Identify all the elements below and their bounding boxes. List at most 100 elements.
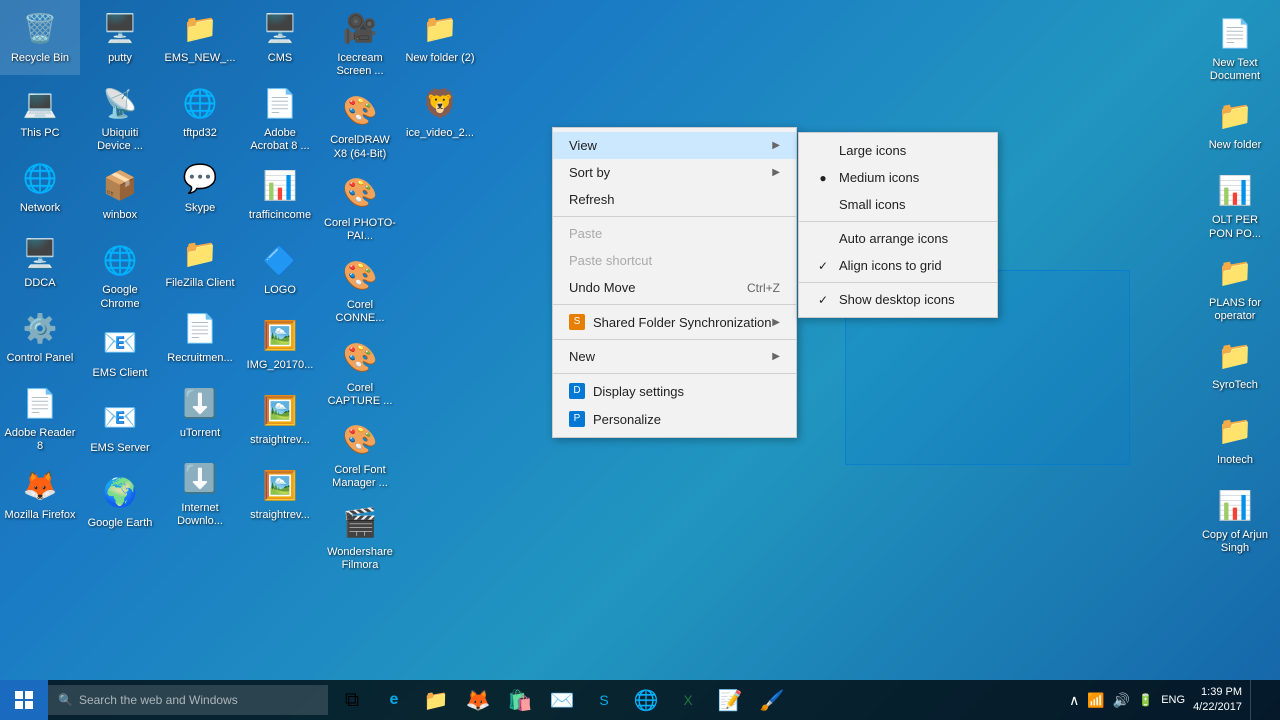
context-menu-undo-move[interactable]: Undo Move Ctrl+Z <box>553 274 796 301</box>
desktop-icon-ddca[interactable]: 🖥️ DDCA <box>0 225 80 300</box>
desktop-icon-recycle-bin[interactable]: 🗑️ Recycle Bin <box>0 0 80 75</box>
recycle-bin-label: Recycle Bin <box>11 52 69 65</box>
desktop-icon-syrotech[interactable]: 📁 SyroTech <box>1195 327 1275 402</box>
desktop-icon-new-folder-r[interactable]: 📁 New folder <box>1195 87 1275 162</box>
desktop-icon-plans-operator[interactable]: 📁 PLANS for operator <box>1195 245 1275 327</box>
taskbar-excel[interactable]: X <box>668 681 708 719</box>
desktop-icon-putty[interactable]: 🖥️ putty <box>80 0 160 75</box>
taskbar-skype[interactable]: S <box>584 681 624 719</box>
desktop-icon-network[interactable]: 🌐 Network <box>0 150 80 225</box>
context-menu-refresh[interactable]: Refresh <box>553 186 796 213</box>
submenu-medium-icons[interactable]: ● Medium icons <box>799 164 997 191</box>
desktop-icon-cms[interactable]: 🖥️ CMS <box>240 0 320 75</box>
desktop-icon-control-panel[interactable]: ⚙️ Control Panel <box>0 300 80 375</box>
context-menu-new[interactable]: New ▶ <box>553 343 796 370</box>
context-menu-personalize[interactable]: P Personalize <box>553 405 796 433</box>
this-pc-label: This PC <box>20 127 59 140</box>
sort-by-label: Sort by <box>569 165 610 180</box>
desktop-icon-mozilla[interactable]: 🦊 Mozilla Firefox <box>0 457 80 532</box>
recycle-bin-icon: 🗑️ <box>20 8 60 48</box>
context-menu-shared-folder[interactable]: S Shared Folder Synchronization ▶ <box>553 308 796 336</box>
taskbar-clock[interactable]: 1:39 PM 4/22/2017 <box>1193 685 1250 716</box>
taskbar-chrome[interactable]: 🌐 <box>626 681 666 719</box>
context-menu-view[interactable]: View ▶ Large icons ● Medium icons Small … <box>553 132 796 159</box>
tray-chevron[interactable]: ∧ <box>1069 692 1079 709</box>
taskbar-mail[interactable]: ✉️ <box>542 681 582 719</box>
desktop-icon-ems-client[interactable]: 📧 EMS Client <box>80 315 160 390</box>
paste-label: Paste <box>569 226 602 241</box>
desktop-icon-utorrent[interactable]: ⬇️ uTorrent <box>160 375 240 450</box>
context-menu-paste[interactable]: Paste <box>553 220 796 247</box>
desktop-icon-adobe-reader[interactable]: 📄 Adobe Reader 8 <box>0 375 80 457</box>
desktop-icon-olt-per[interactable]: 📊 OLT PER PON PO... <box>1195 162 1275 244</box>
desktop-icon-recruitment[interactable]: 📄 Recruitmen... <box>160 300 240 375</box>
desktop-icon-ems-server[interactable]: 📧 EMS Server <box>80 390 160 465</box>
desktop-icon-new-folder-2[interactable]: 📁 New folder (2) <box>400 0 480 75</box>
taskbar-search-box[interactable]: 🔍 Search the web and Windows <box>48 685 328 715</box>
desktop-icon-img-2017[interactable]: 🖼️ IMG_20170... <box>240 307 320 382</box>
submenu-small-icons[interactable]: Small icons <box>799 191 997 218</box>
desktop-icon-new-text[interactable]: 📄 New Text Document <box>1195 5 1275 87</box>
desktop-icon-trafficincome[interactable]: 📊 trafficincome <box>240 157 320 232</box>
desktop: 🗑️ Recycle Bin 💻 This PC 🌐 Network 🖥️ DD… <box>0 0 1280 720</box>
start-button[interactable] <box>0 680 48 720</box>
syrotech-icon: 📁 <box>1215 335 1255 375</box>
filezilla-icon: 📁 <box>180 233 220 273</box>
show-desktop-btn[interactable] <box>1250 680 1280 720</box>
recruitment-icon: 📄 <box>180 308 220 348</box>
desktop-icon-this-pc[interactable]: 💻 This PC <box>0 75 80 150</box>
desktop-icon-skype[interactable]: 💬 Skype <box>160 150 240 225</box>
taskbar-store[interactable]: 🛍️ <box>500 681 540 719</box>
taskbar-paint[interactable]: 🖌️ <box>752 681 792 719</box>
view-submenu: Large icons ● Medium icons Small icons A… <box>798 132 998 318</box>
desktop-icon-ems-new[interactable]: 📁 EMS_NEW_... <box>160 0 240 75</box>
desktop-icon-corel-conne[interactable]: 🎨 Corel CONNE... <box>320 247 400 329</box>
tray-keyboard[interactable]: ENG <box>1161 694 1185 706</box>
desktop-icon-filezilla[interactable]: 📁 FileZilla Client <box>160 225 240 300</box>
ddca-label: DDCA <box>24 277 55 290</box>
tray-network[interactable]: 📶 <box>1087 692 1104 709</box>
desktop-icon-straightrev2[interactable]: 🖼️ straightrev... <box>240 457 320 532</box>
desktop-icon-logo[interactable]: 🔷 LOGO <box>240 232 320 307</box>
desktop-icon-winbox[interactable]: 📦 winbox <box>80 157 160 232</box>
submenu-align-grid[interactable]: ✓ Align icons to grid <box>799 252 997 279</box>
desktop-icon-straightrev[interactable]: 🖼️ straightrev... <box>240 382 320 457</box>
wondershare-label: Wondershare Filmora <box>324 546 396 572</box>
context-menu-paste-shortcut[interactable]: Paste shortcut <box>553 247 796 274</box>
desktop-icon-inotech[interactable]: 📁 Inotech <box>1195 402 1275 477</box>
ems-new-label: EMS_NEW_... <box>165 52 236 65</box>
tray-volume[interactable]: 🔊 <box>1113 692 1130 709</box>
desktop-icon-tftpd32[interactable]: 🌐 tftpd32 <box>160 75 240 150</box>
taskbar-explorer[interactable]: 📁 <box>416 681 456 719</box>
context-menu-sort-by[interactable]: Sort by ▶ <box>553 159 796 186</box>
submenu-show-desktop[interactable]: ✓ Show desktop icons <box>799 286 997 313</box>
taskbar-edge[interactable]: e <box>374 681 414 719</box>
taskbar-task-view[interactable]: ⧉ <box>332 681 372 719</box>
desktop-icon-google-chrome[interactable]: 🌐 Google Chrome <box>80 232 160 314</box>
desktop-icon-ice-video[interactable]: 🦁 ice_video_2... <box>400 75 480 150</box>
desktop-icon-corel-photo[interactable]: 🎨 Corel PHOTO-PAI... <box>320 165 400 247</box>
desktop-icon-internet-download[interactable]: ⬇️ Internet Downlo... <box>160 450 240 532</box>
submenu-auto-arrange[interactable]: Auto arrange icons <box>799 225 997 252</box>
desktop-icon-icecream[interactable]: 🎥 Icecream Screen ... <box>320 0 400 82</box>
desktop-icon-ubiquiti[interactable]: 📡 Ubiquiti Device ... <box>80 75 160 157</box>
img-2017-label: IMG_20170... <box>247 359 314 372</box>
context-menu-display-settings[interactable]: D Display settings <box>553 377 796 405</box>
submenu-large-icons[interactable]: Large icons <box>799 137 997 164</box>
skype-icon: 💬 <box>180 158 220 198</box>
desktop-icon-google-earth[interactable]: 🌍 Google Earth <box>80 465 160 540</box>
taskbar: 🔍 Search the web and Windows ⧉ e 📁 🦊 🛍️ … <box>0 680 1280 720</box>
desktop-icon-copy-arjun[interactable]: 📊 Copy of Arjun Singh <box>1195 477 1275 559</box>
tray-battery[interactable]: 🔋 <box>1138 693 1153 707</box>
desktop-icon-wondershare[interactable]: 🎬 Wondershare Filmora <box>320 494 400 576</box>
desktop-icon-corel-font[interactable]: 🎨 Corel Font Manager ... <box>320 412 400 494</box>
taskbar-sticky[interactable]: 📝 <box>710 681 750 719</box>
desktop-icon-coreldraw[interactable]: 🎨 CorelDRAW X8 (64-Bit) <box>320 82 400 164</box>
olt-per-label: OLT PER PON PO... <box>1199 214 1271 240</box>
refresh-item-left: Refresh <box>569 192 615 207</box>
taskbar-firefox[interactable]: 🦊 <box>458 681 498 719</box>
desktop-icon-corel-capture[interactable]: 🎨 Corel CAPTURE ... <box>320 330 400 412</box>
corel-conne-icon: 🎨 <box>340 255 380 295</box>
straightrev-icon: 🖼️ <box>260 390 300 430</box>
desktop-icon-adobe-acrobat[interactable]: 📄 Adobe Acrobat 8 ... <box>240 75 320 157</box>
